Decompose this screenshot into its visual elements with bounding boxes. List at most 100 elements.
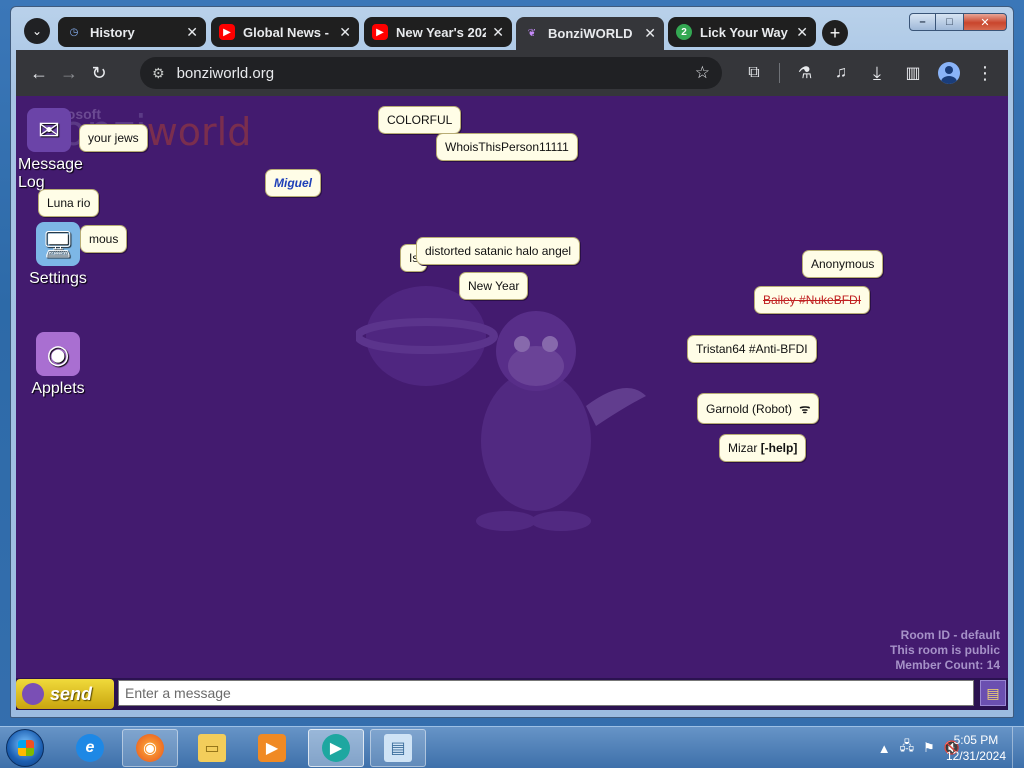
taskbar-media-player[interactable]: ▶ — [244, 729, 300, 767]
toolbar-actions: ⧉ ⚗ ♫ ⤓ ▥ ⋮ — [739, 58, 1000, 88]
user-bubble[interactable]: Luna rio — [38, 189, 100, 217]
user-bubble-garnold[interactable]: Garnold (Robot) ᯤ — [697, 393, 820, 424]
user-bubble-text: Garnold (Robot) — [706, 402, 793, 416]
logo-world-text: world — [146, 110, 252, 154]
applets-shortcut[interactable]: ◉ Applets — [22, 332, 94, 398]
back-button[interactable]: ← — [24, 58, 54, 88]
send-label: send — [50, 683, 93, 704]
bonzi-mascot-watermark — [356, 286, 646, 531]
close-tab-icon[interactable]: ✕ — [644, 25, 656, 42]
user-bubble-text: Mizar — [728, 441, 758, 455]
message-log-label: Message Log — [18, 156, 83, 191]
chevron-down-icon: ⌄ — [31, 24, 43, 38]
tab-history[interactable]: ◷ History ✕ — [58, 17, 206, 47]
tab-title: Lick Your Way — [700, 24, 788, 40]
window-controls: – □ ✕ — [909, 13, 1007, 31]
arrow-right-icon: → — [60, 62, 78, 83]
address-bar[interactable]: ⚙ bonziworld.org ☆ — [140, 57, 722, 89]
user-bubble[interactable]: COLORFUL — [378, 106, 462, 134]
taskbar-firefox[interactable]: ◉ — [122, 729, 178, 767]
chat-log-button[interactable]: ▤ — [980, 680, 1006, 706]
tab-search-button[interactable]: ⌄ — [24, 18, 50, 44]
tab-lick-your-way[interactable]: 2 Lick Your Way ✕ — [668, 17, 816, 47]
room-info: Room ID - default This room is public Me… — [890, 628, 1000, 673]
labs-button[interactable]: ⚗ — [790, 58, 820, 88]
tab-title: History — [90, 24, 135, 40]
close-tab-icon[interactable]: ✕ — [492, 24, 504, 41]
history-icon: ◷ — [69, 26, 79, 38]
tab-new-years[interactable]: ▶ New Year's 202 ✕ — [364, 17, 512, 47]
toolbar-separator — [779, 63, 780, 83]
bonzi-head-icon — [22, 683, 44, 705]
message-log-shortcut[interactable]: ✉ Message Log — [18, 108, 83, 192]
url-text[interactable]: bonziworld.org — [177, 65, 695, 82]
user-bubble[interactable]: Bailey #NukeBFDI — [754, 286, 871, 314]
close-tab-icon[interactable]: ✕ — [796, 24, 808, 41]
chrome-app-icon: ▶ — [322, 734, 350, 762]
close-tab-icon[interactable]: ✕ — [186, 24, 198, 41]
show-desktop-button[interactable] — [1012, 727, 1024, 768]
user-bubble[interactable]: Anonymous — [802, 250, 884, 278]
close-window-button[interactable]: ✕ — [963, 13, 1007, 31]
puzzle-icon: ⧉ — [748, 64, 760, 81]
clock-time: 5:05 PM — [953, 733, 999, 747]
music-queue-icon: ♫ — [835, 64, 847, 81]
downloads-button[interactable]: ⤓ — [862, 58, 892, 88]
menu-button[interactable]: ⋮ — [970, 58, 1000, 88]
bonziworld-room[interactable]: Microsoft bonziworld ✉ Message Log 🖥 Set… — [16, 96, 1008, 710]
notepad-icon: ▤ — [384, 734, 412, 762]
room-id: Room ID - default — [900, 628, 1000, 642]
taskbar-explorer[interactable]: ▭ — [184, 729, 240, 767]
user-bubble[interactable]: mous — [80, 225, 128, 253]
media-player-icon: ▶ — [258, 734, 286, 762]
wifi-icon: ᯤ — [799, 402, 811, 416]
extensions-button[interactable]: ⧉ — [739, 58, 769, 88]
plus-icon: + — [829, 22, 841, 43]
reload-button[interactable]: ↻ — [84, 58, 114, 88]
media-control-button[interactable]: ♫ — [826, 58, 856, 88]
user-bubble[interactable]: New Year — [459, 272, 529, 300]
side-panel-icon: ▥ — [905, 65, 921, 82]
member-count: Member Count: 14 — [895, 658, 1000, 672]
tab-title: New Year's 202 — [396, 24, 487, 40]
settings-label: Settings — [29, 270, 87, 287]
chat-bubble-icon: ▤ — [986, 684, 1000, 701]
clock[interactable]: 5:05 PM 12/31/2024 — [946, 732, 1006, 764]
site-info-icon[interactable]: ⚙ — [152, 65, 165, 82]
taskbar: e ◉ ▭ ▶ ▶ ▤ ▲ 🖧 ⚑ 🔇 5:05 PM 12/31/2024 — [0, 726, 1024, 768]
maximize-button[interactable]: □ — [936, 13, 963, 31]
tab-global-news[interactable]: ▶ Global News - ✕ — [211, 17, 359, 47]
taskbar-internet-explorer[interactable]: e — [62, 729, 118, 767]
reload-icon: ↻ — [91, 62, 107, 83]
applets-icon: ◉ — [36, 332, 80, 376]
tab-title: BonziWORLD — [548, 26, 633, 41]
settings-icon: 🖥 — [36, 222, 80, 266]
side-panel-button[interactable]: ▥ — [898, 58, 928, 88]
tab-bonziworld[interactable]: ❦ BonziWORLD ✕ — [516, 17, 664, 50]
user-bubble-mizar[interactable]: Mizar [-help] — [719, 434, 807, 462]
action-center-flag-icon[interactable]: ⚑ — [923, 740, 935, 756]
new-tab-button[interactable]: + — [822, 20, 848, 46]
taskbar-notepad[interactable]: ▤ — [370, 729, 426, 767]
profile-button[interactable] — [934, 58, 964, 88]
internet-explorer-icon: e — [76, 734, 104, 762]
user-bubble[interactable]: Miguel — [265, 169, 321, 197]
user-bubble[interactable]: WhoisThisPerson11111 — [436, 133, 578, 161]
user-bubble[interactable]: Tristan64 #Anti-BFDI — [687, 335, 817, 363]
user-bubble[interactable]: your jews — [79, 124, 148, 152]
bookmark-star-icon[interactable]: ☆ — [695, 63, 710, 83]
user-bubble[interactable]: distorted satanic halo angel — [416, 237, 581, 265]
message-log-icon: ✉ — [27, 108, 71, 152]
start-button[interactable] — [6, 729, 44, 767]
network-icon[interactable]: 🖧 — [900, 737, 915, 759]
send-button[interactable]: send — [16, 679, 114, 709]
show-hidden-icons-icon[interactable]: ▲ — [878, 741, 891, 756]
download-icon: ⤓ — [873, 62, 881, 83]
taskbar-chrome[interactable]: ▶ — [308, 729, 364, 767]
close-tab-icon[interactable]: ✕ — [339, 24, 351, 41]
kebab-menu-icon: ⋮ — [976, 62, 994, 83]
forward-button[interactable]: → — [54, 58, 84, 88]
message-input[interactable] — [118, 680, 974, 706]
browser-toolbar: ← → ↻ ⚙ bonziworld.org ☆ ⧉ ⚗ ♫ ⤓ ▥ ⋮ — [16, 50, 1008, 96]
youtube-icon: ▶ — [372, 24, 388, 40]
